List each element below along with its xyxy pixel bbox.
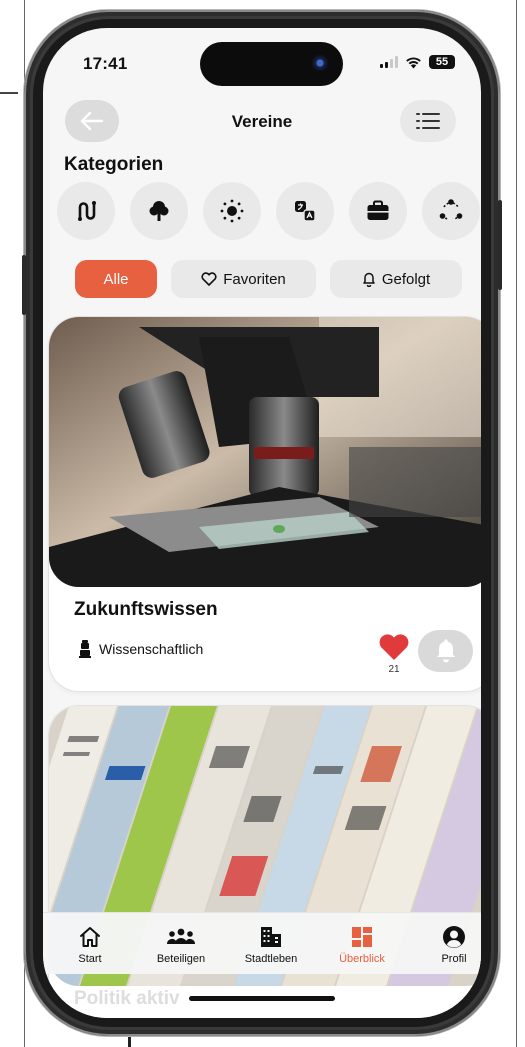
tab-stadtleben[interactable]: Stadtleben <box>232 925 310 965</box>
tab-start[interactable]: Start <box>51 925 129 965</box>
card-title: Zukunftswissen <box>74 599 218 620</box>
frame-line-right <box>516 0 517 1047</box>
sun-icon <box>220 199 244 223</box>
status-indicators: 55 <box>380 55 455 69</box>
tab-profil-label: Profil <box>441 953 467 965</box>
translate-icon <box>295 201 316 222</box>
app-screen: 17:41 55 Vereine Kategorien Alle Favorit… <box>43 28 481 1018</box>
heart-filled-icon <box>379 634 409 660</box>
category-route[interactable] <box>57 182 115 240</box>
category-weather[interactable] <box>203 182 261 240</box>
bell-outline-icon <box>363 272 375 287</box>
like-button[interactable]: 21 <box>377 633 411 675</box>
filter-row: Alle Favoriten Gefolgt <box>43 260 481 298</box>
camera-icon <box>311 54 331 74</box>
tab-ueberblick-label: Überblick <box>339 953 385 965</box>
tab-beteiligen-label: Beteiligen <box>156 953 206 965</box>
microscope-icon <box>79 640 91 658</box>
briefcase-icon <box>367 200 389 220</box>
card-category: Wissenschaftlich <box>79 640 203 658</box>
battery-icon: 55 <box>429 55 455 69</box>
list-icon <box>416 113 440 129</box>
filter-followed-label: Gefolgt <box>381 270 431 288</box>
category-language[interactable] <box>276 182 334 240</box>
wifi-icon <box>406 56 421 68</box>
filter-favorites-label: Favoriten <box>223 270 286 288</box>
club-card[interactable]: Zukunftswissen Wissenschaftlich 21 <box>49 317 481 691</box>
tree-icon <box>149 201 169 221</box>
microscope-photo <box>49 317 481 587</box>
category-work[interactable] <box>349 182 407 240</box>
home-indicator[interactable] <box>189 996 335 1001</box>
volume-button <box>22 255 26 315</box>
list-menu-button[interactable] <box>400 100 456 142</box>
filter-followed[interactable]: Gefolgt <box>330 260 462 298</box>
dynamic-island <box>200 42 343 86</box>
tab-bar: Start Beteiligen Stadtleben Überblick Pr… <box>43 912 481 974</box>
follow-button[interactable] <box>418 630 473 672</box>
category-community[interactable] <box>422 182 480 240</box>
category-row <box>57 182 480 240</box>
bell-icon <box>436 639 455 663</box>
grid-icon <box>352 927 372 947</box>
people-icon <box>167 928 195 944</box>
profile-icon <box>443 926 465 948</box>
filter-all-label: Alle <box>103 270 129 288</box>
network-icon <box>439 199 463 220</box>
card-category-label: Wissenschaftlich <box>99 641 204 657</box>
buildings-icon <box>261 927 281 947</box>
tab-profil[interactable]: Profil <box>415 925 481 965</box>
frame-tick-left <box>0 92 18 94</box>
home-icon <box>80 927 100 947</box>
tab-start-label: Start <box>78 953 102 965</box>
status-time: 17:41 <box>83 54 128 73</box>
signal-icon <box>380 56 398 68</box>
like-count: 21 <box>388 664 400 675</box>
power-button <box>498 200 502 290</box>
card-title-2: Politik aktiv <box>74 988 180 1009</box>
route-icon <box>78 201 96 221</box>
tab-ueberblick[interactable]: Überblick <box>323 925 401 965</box>
heart-outline-icon <box>201 272 217 286</box>
filter-favorites[interactable]: Favoriten <box>171 260 316 298</box>
categories-title: Kategorien <box>64 154 164 175</box>
category-nature[interactable] <box>130 182 188 240</box>
tab-beteiligen[interactable]: Beteiligen <box>142 925 220 965</box>
tab-stadtleben-label: Stadtleben <box>244 953 298 965</box>
filter-all[interactable]: Alle <box>75 260 157 298</box>
